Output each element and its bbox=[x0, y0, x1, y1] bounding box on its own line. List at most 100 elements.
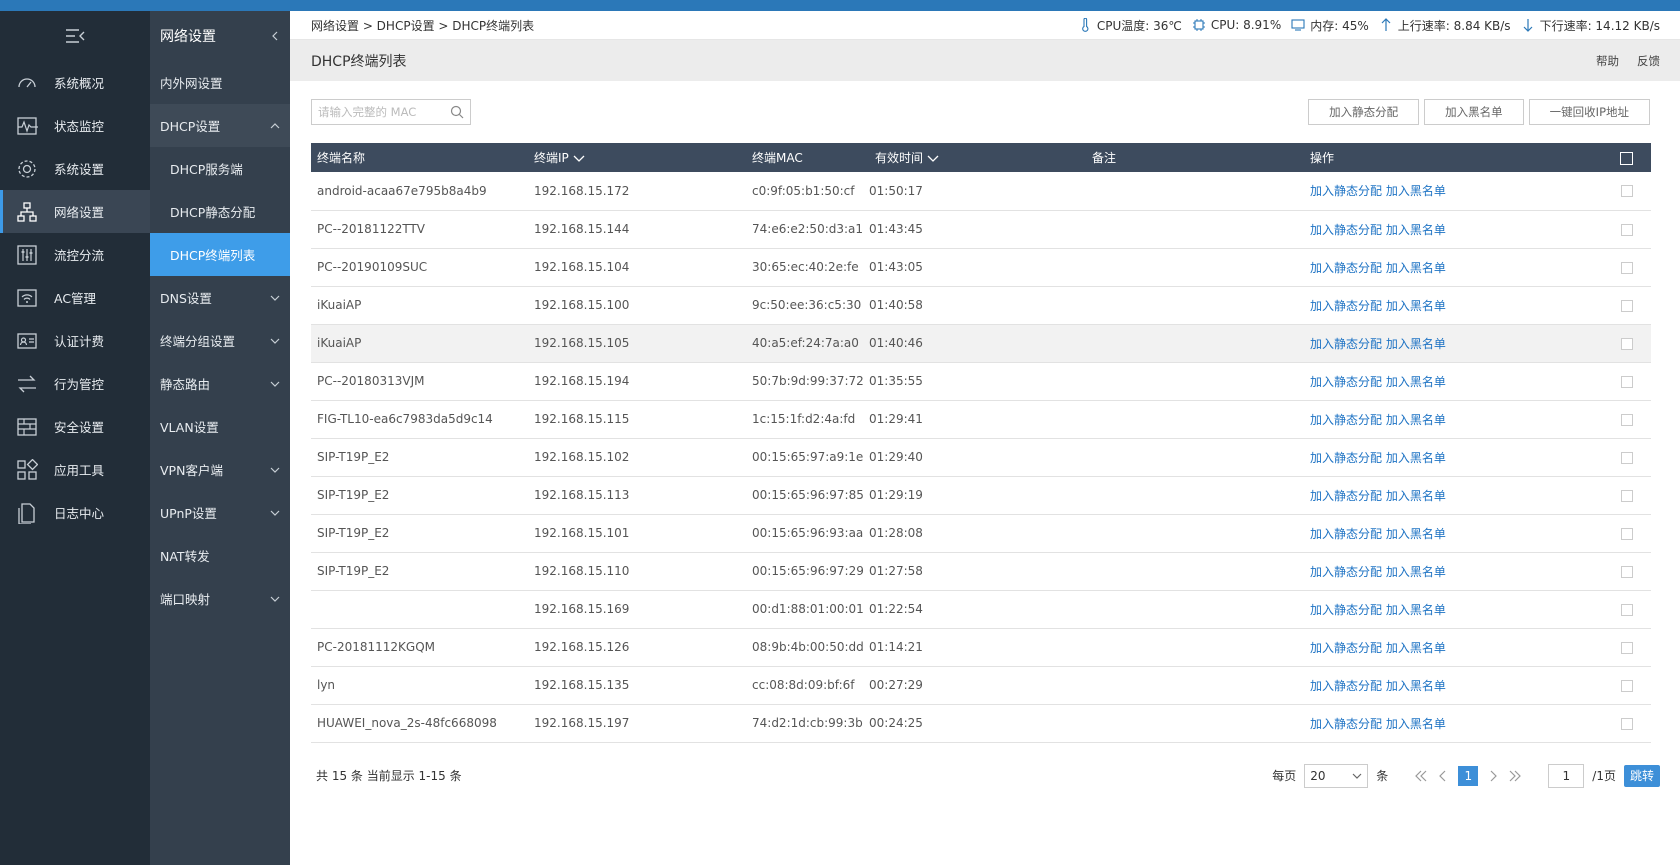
row-checkbox[interactable] bbox=[1621, 603, 1633, 616]
add-static-link[interactable]: 加入静态分配 bbox=[1310, 223, 1382, 237]
search-icon[interactable] bbox=[450, 105, 464, 119]
feedback-link[interactable]: 反馈 bbox=[1637, 53, 1660, 69]
subnav-item-9[interactable]: VPN客户端 bbox=[150, 448, 290, 491]
chevron-left-icon[interactable] bbox=[270, 31, 280, 41]
add-blacklist-link[interactable]: 加入黑名单 bbox=[1386, 451, 1446, 465]
add-blacklist-button[interactable]: 加入黑名单 bbox=[1424, 99, 1524, 125]
row-checkbox[interactable] bbox=[1621, 185, 1633, 198]
cell-select bbox=[1534, 438, 1651, 476]
add-static-link[interactable]: 加入静态分配 bbox=[1310, 451, 1382, 465]
reclaim-ip-button[interactable]: 一键回收IP地址 bbox=[1528, 99, 1650, 125]
cell-name: HUAWEI_nova_2s-48fc668098 bbox=[317, 716, 497, 730]
cell-name bbox=[311, 590, 528, 628]
add-static-link[interactable]: 加入静态分配 bbox=[1310, 565, 1382, 579]
add-blacklist-link[interactable]: 加入黑名单 bbox=[1386, 565, 1446, 579]
subnav-item-6[interactable]: 终端分组设置 bbox=[150, 319, 290, 362]
cell-time: 01:29:40 bbox=[869, 450, 923, 464]
sidebar-item-2[interactable]: 系统设置 bbox=[0, 147, 150, 190]
row-checkbox[interactable] bbox=[1621, 261, 1633, 274]
add-blacklist-link[interactable]: 加入黑名单 bbox=[1386, 184, 1446, 198]
add-static-button[interactable]: 加入静态分配 bbox=[1308, 99, 1420, 125]
add-static-link[interactable]: 加入静态分配 bbox=[1310, 527, 1382, 541]
next-page-icon[interactable] bbox=[1486, 769, 1500, 783]
menu-collapse-button[interactable] bbox=[0, 11, 150, 61]
subnav-item-10[interactable]: UPnP设置 bbox=[150, 491, 290, 534]
row-checkbox[interactable] bbox=[1621, 565, 1633, 578]
help-link[interactable]: 帮助 bbox=[1596, 53, 1619, 69]
first-page-icon[interactable] bbox=[1414, 769, 1428, 783]
sidebar-item-5[interactable]: AC管理 bbox=[0, 276, 150, 319]
sidebar-item-1[interactable]: 状态监控 bbox=[0, 104, 150, 147]
add-blacklist-link[interactable]: 加入黑名单 bbox=[1386, 527, 1446, 541]
subnav-item-2[interactable]: DHCP服务端 bbox=[150, 147, 290, 190]
current-page-button[interactable]: 1 bbox=[1458, 765, 1479, 786]
sidebar-item-0[interactable]: 系统概况 bbox=[0, 61, 150, 104]
row-checkbox[interactable] bbox=[1621, 489, 1633, 502]
subnav-item-3[interactable]: DHCP静态分配 bbox=[150, 190, 290, 233]
row-checkbox[interactable] bbox=[1621, 413, 1633, 426]
select-all-checkbox[interactable] bbox=[1620, 151, 1633, 165]
sidebar-item-6[interactable]: 认证计费 bbox=[0, 319, 150, 362]
add-static-link[interactable]: 加入静态分配 bbox=[1310, 299, 1382, 313]
cell-actions: 加入静态分配 加入黑名单 bbox=[1304, 666, 1534, 704]
row-checkbox[interactable] bbox=[1621, 375, 1633, 388]
add-blacklist-link[interactable]: 加入黑名单 bbox=[1386, 679, 1446, 693]
row-checkbox[interactable] bbox=[1621, 337, 1633, 350]
page-number-input[interactable]: 1 bbox=[1548, 763, 1585, 788]
per-page-label: 每页 bbox=[1272, 769, 1297, 783]
per-page-select[interactable]: 20 bbox=[1304, 763, 1369, 788]
jump-button[interactable]: 跳转 bbox=[1623, 764, 1660, 787]
cell-ip: 192.168.15.102 bbox=[534, 450, 630, 464]
add-static-link[interactable]: 加入静态分配 bbox=[1310, 489, 1382, 503]
thermometer-icon bbox=[1081, 18, 1089, 32]
sidebar-item-7[interactable]: 行为管控 bbox=[0, 362, 150, 405]
col-mac-header: 终端MAC bbox=[752, 151, 803, 165]
col-ip-header[interactable]: 终端IP bbox=[528, 143, 746, 172]
add-blacklist-link[interactable]: 加入黑名单 bbox=[1386, 717, 1446, 731]
row-checkbox[interactable] bbox=[1621, 451, 1633, 464]
sidebar-item-9[interactable]: 应用工具 bbox=[0, 448, 150, 491]
subnav-item-8[interactable]: VLAN设置 bbox=[150, 405, 290, 448]
add-static-link[interactable]: 加入静态分配 bbox=[1310, 717, 1382, 731]
add-static-link[interactable]: 加入静态分配 bbox=[1310, 261, 1382, 275]
prev-page-icon[interactable] bbox=[1436, 769, 1450, 783]
row-checkbox[interactable] bbox=[1621, 299, 1633, 312]
subnav-item-12[interactable]: 端口映射 bbox=[150, 577, 290, 620]
col-time-header[interactable]: 有效时间 bbox=[869, 143, 1086, 172]
add-blacklist-link[interactable]: 加入黑名单 bbox=[1386, 641, 1446, 655]
add-blacklist-link[interactable]: 加入黑名单 bbox=[1386, 337, 1446, 351]
last-page-icon[interactable] bbox=[1508, 769, 1522, 783]
add-blacklist-link[interactable]: 加入黑名单 bbox=[1386, 375, 1446, 389]
subnav-item-11[interactable]: NAT转发 bbox=[150, 534, 290, 577]
row-checkbox[interactable] bbox=[1621, 527, 1633, 540]
add-blacklist-link[interactable]: 加入黑名单 bbox=[1386, 223, 1446, 237]
add-static-link[interactable]: 加入静态分配 bbox=[1310, 337, 1382, 351]
add-static-link[interactable]: 加入静态分配 bbox=[1310, 679, 1382, 693]
add-static-link[interactable]: 加入静态分配 bbox=[1310, 375, 1382, 389]
add-blacklist-link[interactable]: 加入黑名单 bbox=[1386, 261, 1446, 275]
add-blacklist-link[interactable]: 加入黑名单 bbox=[1386, 299, 1446, 313]
add-static-link[interactable]: 加入静态分配 bbox=[1310, 641, 1382, 655]
cell-mac: 00:15:65:96:97:29 bbox=[752, 564, 864, 578]
add-blacklist-link[interactable]: 加入黑名单 bbox=[1386, 489, 1446, 503]
secondary-sidebar: 网络设置 内外网设置 DHCP设置 DHCP服务端 DHCP静态分配 DHCP终端列表 D… bbox=[150, 11, 290, 865]
add-static-link[interactable]: 加入静态分配 bbox=[1310, 413, 1382, 427]
row-checkbox[interactable] bbox=[1621, 679, 1633, 692]
add-blacklist-link[interactable]: 加入黑名单 bbox=[1386, 603, 1446, 617]
subnav-item-7[interactable]: 静态路由 bbox=[150, 362, 290, 405]
mac-search-input[interactable] bbox=[318, 105, 450, 119]
subnav-item-5[interactable]: DNS设置 bbox=[150, 276, 290, 319]
sidebar-item-8[interactable]: 安全设置 bbox=[0, 405, 150, 448]
subnav-item-0[interactable]: 内外网设置 bbox=[150, 61, 290, 104]
row-checkbox[interactable] bbox=[1621, 717, 1633, 730]
row-checkbox[interactable] bbox=[1621, 223, 1633, 236]
add-static-link[interactable]: 加入静态分配 bbox=[1310, 603, 1382, 617]
add-blacklist-link[interactable]: 加入黑名单 bbox=[1386, 413, 1446, 427]
subnav-item-1[interactable]: DHCP设置 bbox=[150, 104, 290, 147]
sidebar-item-10[interactable]: 日志中心 bbox=[0, 491, 150, 534]
add-static-link[interactable]: 加入静态分配 bbox=[1310, 184, 1382, 198]
subnav-item-4[interactable]: DHCP终端列表 bbox=[150, 233, 290, 276]
sidebar-item-4[interactable]: 流控分流 bbox=[0, 233, 150, 276]
row-checkbox[interactable] bbox=[1621, 641, 1633, 654]
sidebar-item-3[interactable]: 网络设置 bbox=[0, 190, 150, 233]
